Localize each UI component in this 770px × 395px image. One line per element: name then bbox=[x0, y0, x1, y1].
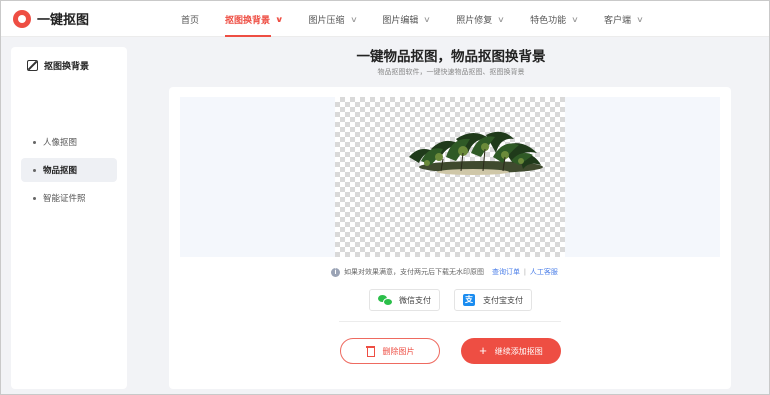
trash-icon bbox=[365, 346, 375, 357]
sidebar-item-label: 人像抠图 bbox=[43, 137, 78, 147]
sidebar-item-label: 物品抠图 bbox=[43, 165, 78, 175]
customer-service-link[interactable]: 人工客服 bbox=[530, 267, 558, 277]
chevron-down-icon: ∨ bbox=[349, 14, 358, 24]
chevron-down-icon: ∨ bbox=[636, 14, 644, 24]
query-orders-link[interactable]: 查询订单 bbox=[492, 267, 520, 277]
nav-item-special-features[interactable]: 特色功能 ∨ bbox=[530, 1, 579, 37]
sidebar: 抠图换背景 人像抠图 物品抠图 智能证件照 bbox=[11, 47, 127, 389]
sidebar-title: 抠图换背景 bbox=[27, 59, 89, 72]
chevron-down-icon: ∨ bbox=[423, 14, 432, 24]
sidebar-item-id-photo[interactable]: 智能证件照 bbox=[21, 186, 117, 210]
nav-item-image-edit[interactable]: 图片编辑 ∨ bbox=[382, 1, 432, 37]
wechat-icon bbox=[378, 295, 393, 306]
logo[interactable]: 一键抠图 bbox=[13, 9, 89, 28]
divider bbox=[339, 321, 561, 322]
page-title: 一键物品抠图，物品抠图换背景 bbox=[356, 49, 546, 64]
cutout-icon bbox=[27, 60, 38, 71]
nav-item-image-compress[interactable]: 图片压缩 ∨ bbox=[308, 1, 358, 37]
nav-item-photo-repair[interactable]: 照片修复 ∨ bbox=[456, 1, 506, 37]
sidebar-item-label: 智能证件照 bbox=[43, 193, 86, 203]
alipay-icon: 支 bbox=[463, 294, 475, 306]
alipay-button[interactable]: 支 支付宝支付 bbox=[454, 289, 532, 311]
nav-item-client[interactable]: 客户端 ∨ bbox=[604, 1, 644, 37]
sidebar-item-portrait-cutout[interactable]: 人像抠图 bbox=[21, 130, 117, 154]
page-subtitle: 物品抠图软件，一键快速物品抠图、抠图换背景 bbox=[377, 69, 525, 76]
sidebar-item-object-cutout[interactable]: 物品抠图 bbox=[21, 158, 117, 182]
bullet-icon bbox=[33, 140, 36, 144]
nav-item-home[interactable]: 首页 bbox=[181, 1, 199, 37]
chevron-down-icon: ∨ bbox=[497, 14, 506, 24]
chevron-down-icon: ∨ bbox=[571, 14, 579, 24]
notice-text: 如果对效果满意，支付两元后下载无水印原图 bbox=[344, 269, 484, 276]
wechat-pay-button[interactable]: 微信支付 bbox=[369, 289, 440, 311]
alipay-label: 支付宝支付 bbox=[483, 295, 523, 305]
nav-label: 图片编辑 bbox=[382, 14, 419, 25]
logo-icon bbox=[13, 9, 31, 28]
bullet-icon bbox=[33, 196, 36, 200]
main-nav: 首页 抠图换背景 ∨ 图片压缩 ∨ 图片编辑 ∨ 照片修复 ∨ 特色功能 ∨ 客户端 ∨ bbox=[181, 1, 669, 37]
app-name: 一键抠图 bbox=[37, 12, 90, 27]
nav-label: 照片修复 bbox=[456, 14, 493, 25]
sidebar-title-label: 抠图换背景 bbox=[44, 61, 90, 71]
info-icon: i bbox=[331, 267, 340, 277]
nav-label: 首页 bbox=[181, 14, 200, 25]
link-separator: | bbox=[524, 268, 526, 276]
nav-label: 客户端 bbox=[604, 14, 632, 25]
nav-label: 图片压缩 bbox=[308, 14, 345, 25]
payment-notice: i 如果对效果满意，支付两元后下载无水印原图 查询订单 | 人工客服 bbox=[331, 267, 558, 277]
cutout-result-image bbox=[409, 131, 543, 175]
top-header: 一键抠图 首页 抠图换背景 ∨ 图片压缩 ∨ 图片编辑 ∨ 照片修复 ∨ 特色功能 ∨ 客… bbox=[1, 1, 769, 37]
nav-label: 特色功能 bbox=[530, 14, 567, 25]
wechat-pay-label: 微信支付 bbox=[399, 295, 431, 305]
plus-icon: + bbox=[479, 343, 487, 358]
delete-image-button[interactable]: 删除图片 bbox=[340, 338, 440, 364]
delete-image-label: 删除图片 bbox=[382, 346, 415, 356]
add-more-cutout-button[interactable]: + 继续添加抠图 bbox=[461, 338, 561, 364]
bullet-icon bbox=[33, 168, 36, 172]
chevron-down-icon: ∨ bbox=[275, 14, 284, 24]
add-more-label: 继续添加抠图 bbox=[494, 346, 543, 356]
nav-label: 抠图换背景 bbox=[225, 14, 271, 25]
nav-item-cutout-background[interactable]: 抠图换背景 ∨ bbox=[225, 1, 284, 37]
